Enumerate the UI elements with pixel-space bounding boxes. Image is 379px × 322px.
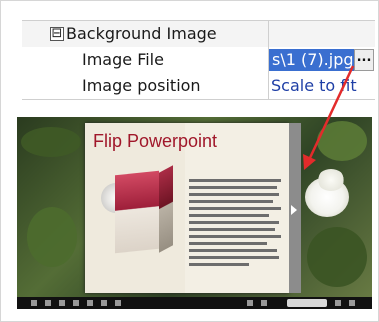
annotation-arrow-icon	[303, 65, 355, 170]
